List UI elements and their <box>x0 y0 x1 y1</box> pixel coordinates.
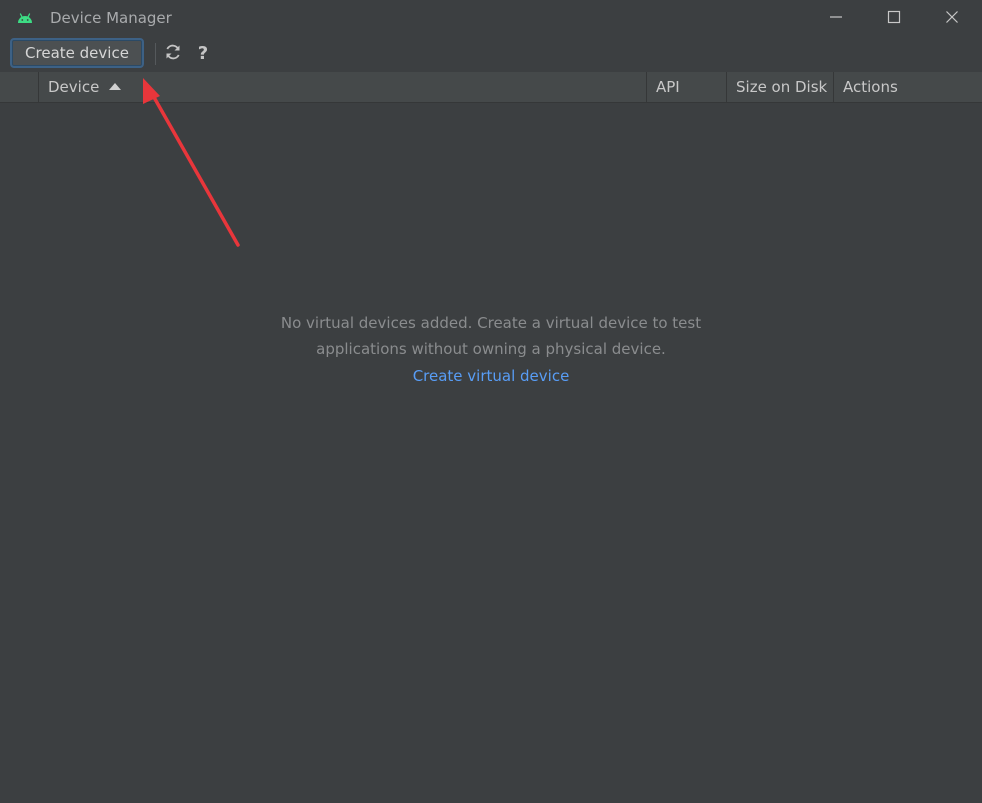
refresh-icon <box>164 43 182 65</box>
close-icon <box>945 9 959 28</box>
maximize-icon <box>887 9 901 28</box>
column-header-api[interactable]: API <box>646 72 726 102</box>
toolbar: Create device ? <box>0 36 982 72</box>
create-virtual-device-link[interactable]: Create virtual device <box>413 365 570 387</box>
empty-state-message-line2: applications without owning a physical d… <box>316 340 666 358</box>
close-button[interactable] <box>923 0 981 36</box>
column-header-device-label: Device <box>48 78 100 96</box>
window-title: Device Manager <box>50 9 172 27</box>
create-device-button[interactable]: Create device <box>10 38 144 68</box>
minimize-icon <box>829 9 843 28</box>
column-header-size-on-disk[interactable]: Size on Disk <box>726 72 833 102</box>
column-header-device[interactable]: Device <box>38 72 646 102</box>
title-bar: Device Manager <box>0 0 982 36</box>
device-manager-window: Device Manager Create device ? Device AP… <box>0 0 982 803</box>
annotation-arrow <box>143 78 240 247</box>
empty-state: No virtual devices added. Create a virtu… <box>0 310 982 387</box>
toolbar-separator <box>155 43 156 65</box>
android-icon <box>16 9 34 27</box>
column-header-blank <box>0 72 38 102</box>
device-table-header: Device API Size on Disk Actions <box>0 72 982 103</box>
help-icon: ? <box>197 43 209 64</box>
sort-ascending-icon <box>109 83 122 90</box>
maximize-button[interactable] <box>865 0 923 36</box>
help-button[interactable]: ? <box>192 43 214 65</box>
column-header-actions[interactable]: Actions <box>833 72 982 102</box>
refresh-button[interactable] <box>162 43 184 65</box>
empty-state-message-line1: No virtual devices added. Create a virtu… <box>280 314 702 332</box>
minimize-button[interactable] <box>807 0 865 36</box>
